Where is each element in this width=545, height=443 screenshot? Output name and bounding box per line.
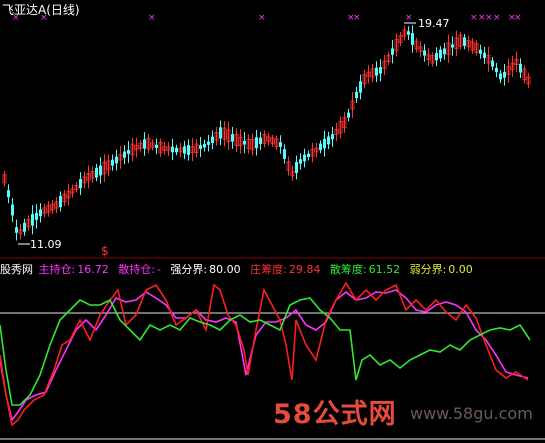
signal-marker: $ bbox=[101, 244, 109, 258]
price-low-label: 11.09 bbox=[30, 238, 62, 251]
retail-chip-value: 61.52 bbox=[368, 263, 401, 276]
candle-body bbox=[183, 146, 186, 154]
candle-body bbox=[303, 154, 306, 162]
candle-body bbox=[11, 204, 14, 216]
candle-body bbox=[407, 31, 410, 35]
candle-body bbox=[203, 143, 206, 148]
candle-body bbox=[347, 112, 350, 118]
signal-x-marker: × bbox=[353, 13, 361, 23]
watermark-logo: 58公式网 bbox=[273, 399, 397, 430]
candle-body bbox=[207, 141, 210, 145]
weak-label: 弱分界: bbox=[409, 263, 447, 276]
candle-body bbox=[331, 134, 334, 140]
candle-body bbox=[295, 161, 298, 174]
retail-hold-label: 散持仓: bbox=[118, 263, 155, 276]
candle-body bbox=[319, 143, 322, 151]
candle-body bbox=[391, 48, 394, 55]
candle-body bbox=[99, 165, 102, 176]
candle-body bbox=[411, 33, 414, 45]
candle-body bbox=[435, 52, 438, 61]
signal-x-marker: × bbox=[258, 13, 266, 23]
signal-x-marker: × bbox=[485, 13, 493, 23]
candle-body bbox=[307, 153, 310, 157]
candle-body bbox=[127, 150, 130, 154]
candle-body bbox=[23, 222, 26, 232]
candle-body bbox=[423, 50, 426, 56]
retail-chip-label: 散筹度: bbox=[329, 263, 367, 276]
banker-value: 29.84 bbox=[288, 263, 321, 276]
candle-body bbox=[231, 134, 234, 142]
candle-body bbox=[375, 67, 378, 76]
retail-hold-line-green bbox=[0, 297, 531, 406]
candle-body bbox=[111, 159, 114, 166]
candle-body bbox=[171, 146, 174, 153]
candle-body bbox=[451, 44, 454, 48]
candle-body bbox=[355, 91, 358, 99]
candle-body bbox=[79, 179, 82, 189]
candle-body bbox=[479, 49, 482, 54]
strong-label: 强分界: bbox=[170, 263, 208, 276]
watermark-url: www.58gu.com bbox=[410, 404, 533, 423]
candle-body bbox=[299, 159, 302, 164]
weak-value: 0.00 bbox=[448, 263, 473, 276]
retail-chip-line-magenta bbox=[0, 289, 529, 422]
candle-body bbox=[175, 147, 178, 153]
candle-body bbox=[283, 149, 286, 159]
signal-x-marker: × bbox=[405, 13, 413, 23]
signal-x-marker: × bbox=[148, 13, 156, 23]
candle-body bbox=[359, 81, 362, 93]
candle-body bbox=[499, 73, 502, 80]
candle-body bbox=[243, 140, 246, 145]
signal-x-marker: × bbox=[493, 13, 501, 23]
candle-body bbox=[35, 212, 38, 220]
candle-body bbox=[519, 63, 522, 73]
banker-label: 庄筹度: bbox=[250, 263, 287, 276]
candle-body bbox=[143, 139, 146, 149]
candle-body bbox=[443, 48, 446, 55]
candle-body bbox=[115, 156, 118, 164]
price-high-label: 19.47 bbox=[418, 17, 450, 30]
candle-body bbox=[31, 214, 34, 226]
retail-hold-value: - bbox=[156, 263, 161, 276]
candle-body bbox=[279, 142, 282, 147]
candle-body bbox=[123, 151, 126, 158]
candle-body bbox=[491, 60, 494, 67]
candle-body bbox=[463, 37, 466, 46]
candle-body bbox=[483, 52, 486, 59]
stock-chart[interactable]: × × × × ×× × × × × × ×× bbox=[0, 0, 545, 443]
indicator-name: 股秀网 bbox=[0, 263, 33, 276]
candle-body bbox=[59, 195, 62, 208]
candle-body bbox=[187, 145, 190, 155]
signal-x-marker: × bbox=[514, 13, 522, 23]
strong-value: 80.00 bbox=[209, 263, 241, 276]
candle-body bbox=[95, 167, 98, 178]
candle-body bbox=[39, 209, 42, 217]
chart-title: 飞亚达A(日线) bbox=[2, 3, 80, 17]
candle-body bbox=[323, 138, 326, 149]
candle-body bbox=[199, 145, 202, 149]
main-hold-label: 主持仓: bbox=[38, 263, 76, 276]
candle-body bbox=[259, 137, 262, 144]
candle-body bbox=[379, 67, 382, 74]
indicator-legend: 股秀网 主持仓: 16.72 散持仓: - 强分界: 80.00 庄筹度: 29.84 … bbox=[0, 261, 475, 277]
candle-body bbox=[327, 136, 330, 145]
main-hold-value: 16.72 bbox=[77, 263, 109, 276]
candle-body bbox=[155, 144, 158, 148]
candle-body bbox=[7, 190, 10, 198]
candlestick-series bbox=[2, 25, 531, 241]
candle-body bbox=[495, 67, 498, 73]
candle-body bbox=[15, 227, 18, 233]
signal-x-marker: × bbox=[470, 13, 478, 23]
candle-body bbox=[439, 49, 442, 59]
candle-body bbox=[219, 127, 222, 139]
candle-body bbox=[255, 137, 258, 149]
candle-body bbox=[503, 71, 506, 78]
candle-body bbox=[211, 136, 214, 143]
